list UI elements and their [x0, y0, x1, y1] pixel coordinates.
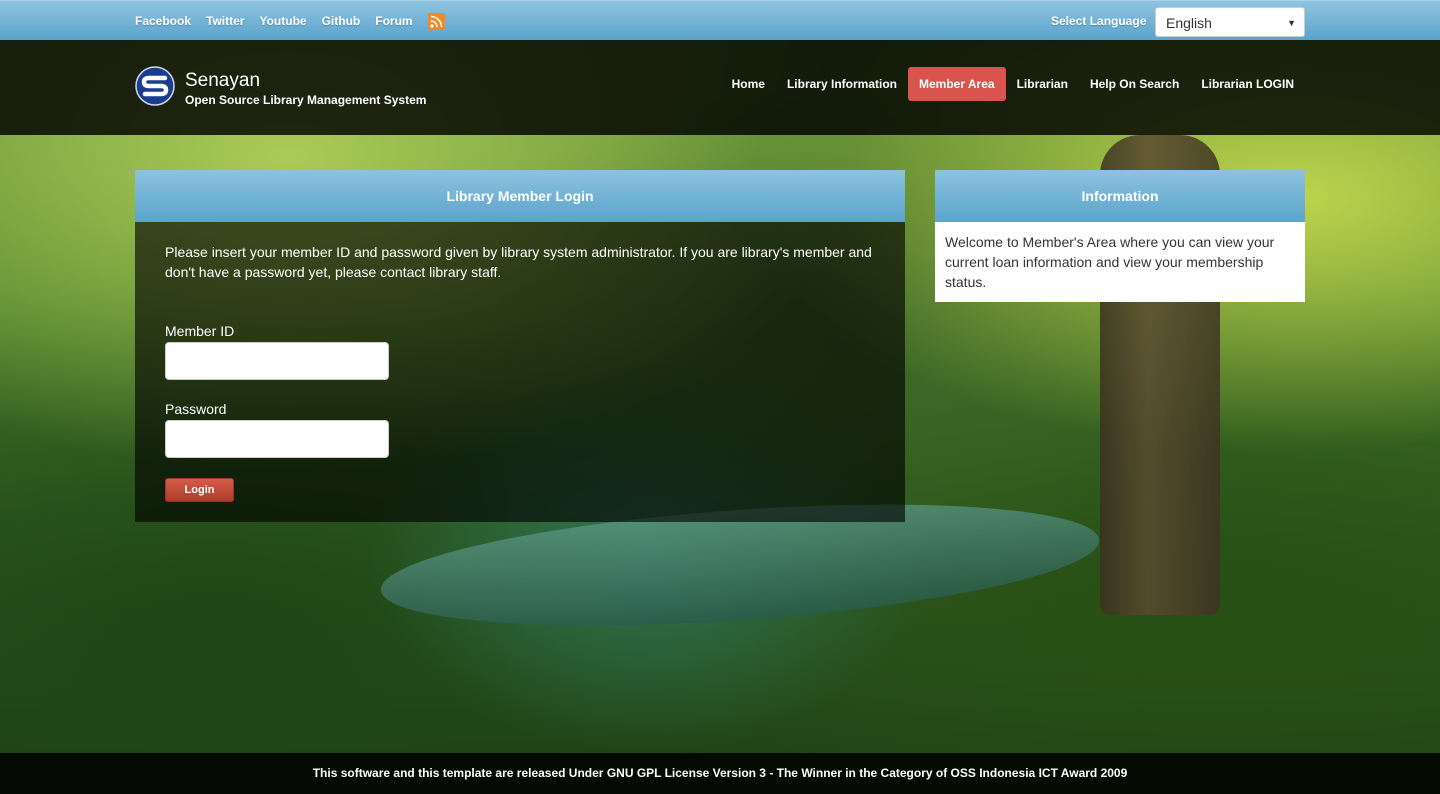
member-login-panel: Library Member Login Please insert your …: [135, 170, 905, 522]
chevron-down-icon: ▼: [1287, 18, 1296, 28]
information-panel-title: Information: [935, 170, 1305, 222]
social-links: Facebook Twitter Youtube Github Forum: [135, 13, 445, 30]
brand-title[interactable]: Senayan: [185, 70, 260, 92]
nav-help-on-search[interactable]: Help On Search: [1079, 67, 1190, 101]
senayan-logo-icon[interactable]: [135, 66, 175, 106]
social-link-github[interactable]: Github: [322, 14, 361, 30]
password-label: Password: [165, 401, 227, 417]
nav-library-information[interactable]: Library Information: [776, 67, 908, 101]
social-link-youtube[interactable]: Youtube: [259, 14, 306, 30]
social-link-twitter[interactable]: Twitter: [206, 14, 244, 30]
language-label: Select Language: [1051, 14, 1147, 28]
login-button[interactable]: Login: [165, 478, 234, 502]
social-link-forum[interactable]: Forum: [375, 14, 412, 30]
rss-icon[interactable]: [427, 13, 445, 30]
social-link-facebook[interactable]: Facebook: [135, 14, 191, 30]
language-select[interactable]: English ▼: [1155, 7, 1305, 37]
nav-member-area[interactable]: Member Area: [907, 67, 1006, 101]
main-nav: Home Library Information Member Area Lib…: [721, 67, 1305, 101]
nav-home[interactable]: Home: [721, 67, 776, 101]
top-bar: Facebook Twitter Youtube Github Forum Se…: [0, 0, 1440, 40]
password-input[interactable]: [165, 420, 389, 458]
member-id-label: Member ID: [165, 323, 235, 339]
nav-librarian-login[interactable]: Librarian LOGIN: [1190, 67, 1305, 101]
language-selected-value: English: [1166, 15, 1212, 31]
login-panel-title: Library Member Login: [135, 170, 905, 222]
information-text: Welcome to Member's Area where you can v…: [945, 234, 1275, 290]
nav-librarian[interactable]: Librarian: [1006, 67, 1079, 101]
information-panel: Information Welcome to Member's Area whe…: [935, 170, 1305, 302]
footer-license-text: This software and this template are rele…: [312, 766, 1128, 780]
login-intro-text: Please insert your member ID and passwor…: [165, 244, 872, 280]
site-footer: This software and this template are rele…: [0, 753, 1440, 794]
member-id-input[interactable]: [165, 342, 389, 380]
site-header: Senayan Open Source Library Management S…: [0, 40, 1440, 135]
brand-subtitle: Open Source Library Management System: [185, 93, 427, 107]
